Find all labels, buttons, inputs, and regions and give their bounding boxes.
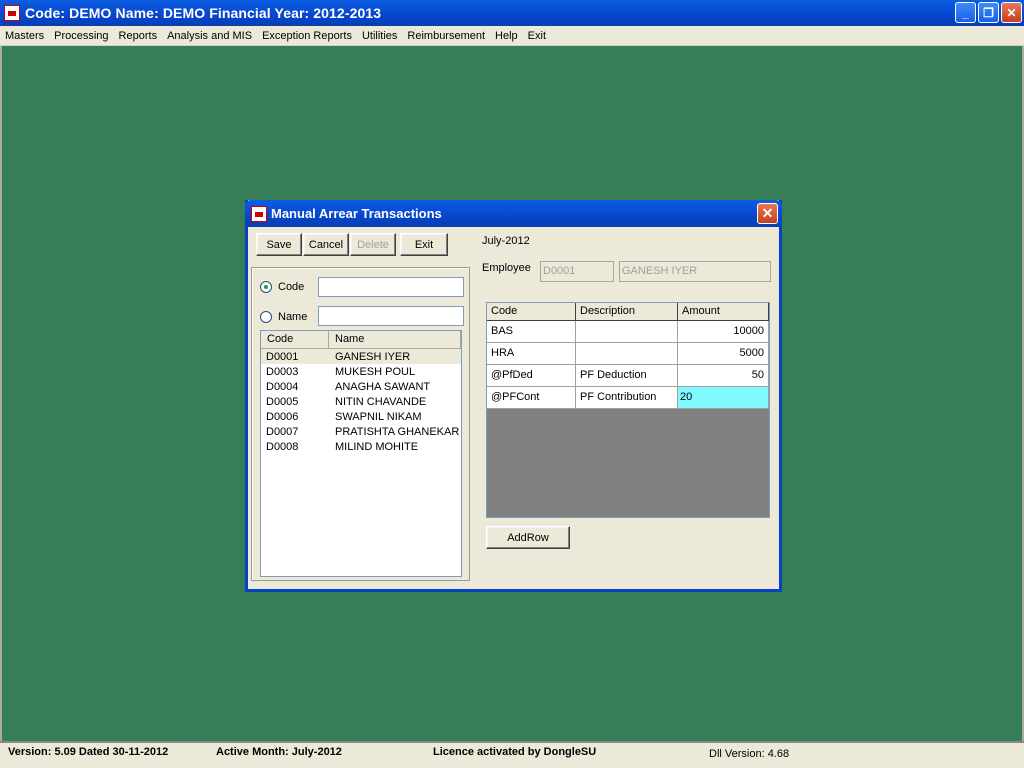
list-item-code: D0007 [266,425,299,438]
list-item-code: D0001 [266,350,299,363]
arrear-grid[interactable]: Code Description Amount BAS 10000 HRA 50… [486,302,770,518]
list-item-name: NITIN CHAVANDE [335,395,427,408]
list-item-name: SWAPNIL NIKAM [335,410,422,423]
list-item[interactable]: D0007 PRATISHTA GHANEKAR [261,424,461,439]
manual-arrear-dialog: Manual Arrear Transactions ✕ Save Cancel… [245,200,782,592]
grid-header: Code Description Amount [487,303,769,321]
grid-cell-amount[interactable]: 5000 [678,343,769,365]
grid-cell-amount[interactable]: 50 [678,365,769,387]
list-item-name: MILIND MOHITE [335,440,419,453]
grid-cell-description[interactable]: PF Deduction [576,365,678,387]
licence-text: Licence activated by DongleSU [433,746,597,758]
search-name-input[interactable] [318,306,464,326]
employee-list[interactable]: Code Name D0001 GANESH IYER D0003 MUKESH P… [260,330,462,577]
list-item[interactable]: D0001 GANESH IYER [261,349,461,364]
grid-cell-amount-editing[interactable]: 20 [678,387,769,409]
menu-bar: Masters Processing Reports Analysis and … [0,26,1024,46]
status-bar: Version: 5.09 Dated 30-11-2012 Active Mo… [0,741,1024,768]
list-item[interactable]: D0003 MUKESH POUL [261,364,461,379]
menu-masters[interactable]: Masters [0,30,49,42]
list-item-code: D0003 [266,365,299,378]
grid-cell-code[interactable]: @PFCont [487,387,576,409]
employee-list-header: Code Name [261,331,461,349]
grid-cell-code[interactable]: HRA [487,343,576,365]
search-by-name-radio[interactable] [260,311,272,323]
list-item[interactable]: D0008 MILIND MOHITE [261,439,461,454]
close-button[interactable]: ✕ [1001,2,1022,23]
table-row[interactable]: @PFCont PF Contribution 20 [487,387,769,409]
restore-button[interactable]: ❐ [978,2,999,23]
delete-button[interactable]: Delete [350,233,396,256]
grid-cell-code[interactable]: BAS [487,321,576,343]
menu-reimbursement[interactable]: Reimbursement [402,30,490,42]
menu-processing[interactable]: Processing [49,30,113,42]
app-title-bar: Code: DEMO Name: DEMO Financial Year: 20… [0,0,1024,26]
name-radio-label: Name [278,311,308,323]
grid-cell-description[interactable]: PF Contribution [576,387,678,409]
dll-version-text: Dll Version: 4.68 [709,748,790,760]
list-item[interactable]: D0004 ANAGHA SAWANT [261,379,461,394]
dialog-app-icon [251,205,267,222]
menu-exit[interactable]: Exit [523,30,551,42]
app-title: Code: DEMO Name: DEMO Financial Year: 20… [25,5,382,21]
list-item[interactable]: D0005 NITIN CHAVANDE [261,394,461,409]
menu-help[interactable]: Help [490,30,523,42]
cancel-button[interactable]: Cancel [303,233,349,256]
dialog-title: Manual Arrear Transactions [271,206,442,221]
grid-col-amount[interactable]: Amount [678,303,769,321]
list-item-code: D0008 [266,440,299,453]
active-month-text: Active Month: July-2012 [216,746,342,758]
employee-label: Employee [482,262,531,274]
grid-cell-amount[interactable]: 10000 [678,321,769,343]
list-item-code: D0004 [266,380,299,393]
list-item-name: ANAGHA SAWANT [335,380,431,393]
save-button[interactable]: Save [256,233,302,256]
add-row-button[interactable]: AddRow [486,526,570,549]
table-row[interactable]: HRA 5000 [487,343,769,365]
grid-cell-code[interactable]: @PfDed [487,365,576,387]
app-logo-icon [4,5,20,21]
list-item-code: D0005 [266,395,299,408]
list-item-name: GANESH IYER [335,350,411,363]
window-controls: _ ❐ ✕ [955,2,1022,23]
table-row[interactable]: @PfDed PF Deduction 50 [487,365,769,387]
search-code-input[interactable] [318,277,464,297]
menu-utilities[interactable]: Utilities [357,30,402,42]
list-col-code[interactable]: Code [261,331,329,348]
menu-exception-reports[interactable]: Exception Reports [257,30,357,42]
list-item-name: MUKESH POUL [335,365,416,378]
search-by-code-radio[interactable] [260,281,272,293]
list-item[interactable]: D0006 SWAPNIL NIKAM [261,409,461,424]
grid-col-code[interactable]: Code [487,303,576,321]
employee-name-field: GANESH IYER [619,261,771,282]
dialog-title-bar: Manual Arrear Transactions ✕ [245,200,782,227]
grid-cell-description[interactable] [576,321,678,343]
exit-button[interactable]: Exit [400,233,448,256]
list-col-name[interactable]: Name [329,331,461,348]
month-label: July-2012 [482,235,530,247]
grid-col-description[interactable]: Description [576,303,678,321]
dialog-close-button[interactable]: ✕ [757,203,778,224]
grid-cell-description[interactable] [576,343,678,365]
menu-analysis-mis[interactable]: Analysis and MIS [162,30,257,42]
list-item-code: D0006 [266,410,299,423]
list-item-name: PRATISHTA GHANEKAR [335,425,460,438]
version-text: Version: 5.09 Dated 30-11-2012 [8,746,169,758]
table-row[interactable]: BAS 10000 [487,321,769,343]
employee-code-field: D0001 [540,261,614,282]
minimize-button[interactable]: _ [955,2,976,23]
menu-reports[interactable]: Reports [114,30,163,42]
code-radio-label: Code [278,281,305,293]
